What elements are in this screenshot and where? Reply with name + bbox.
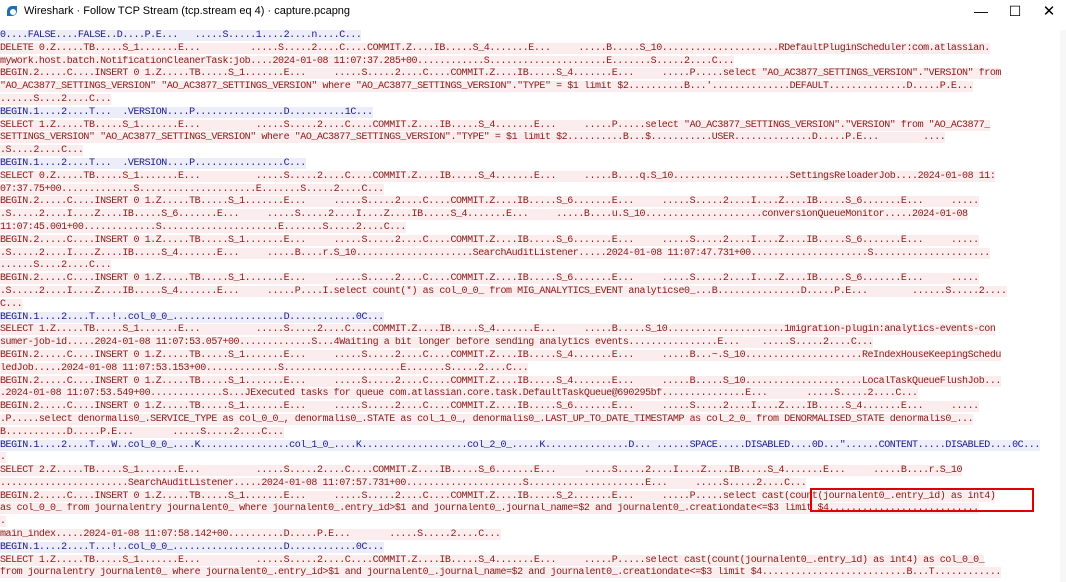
stream-line-text: DELETE 0.Z.....TB.....S_1.......E... ...… — [0, 42, 990, 54]
stream-line-text: BEGIN.1....2....T... .VERSION....P......… — [0, 106, 373, 118]
client-data-line: sumer-job-id.....2024-01-08 11:07:53.057… — [0, 337, 1060, 350]
stream-line-text: SETTINGS_VERSION" "AO_AC3877_SETTINGS_VE… — [0, 132, 946, 144]
client-data-line: 07:37.75+00.............S...............… — [0, 183, 1060, 197]
client-data-line: 11:07:45.001+00.............S...........… — [0, 221, 1060, 235]
vertical-scrollbar[interactable] — [1060, 30, 1066, 582]
title-bar[interactable]: Wireshark · Follow TCP Stream (tcp.strea… — [0, 0, 1066, 22]
client-data-line: BEGIN.2.....C....INSERT 0 1.Z.....TB....… — [0, 401, 1060, 414]
stream-line-text: BEGIN.2.....C....INSERT 0 1.Z.....TB....… — [0, 375, 1001, 387]
client-data-line: mywork.host.batch.NotificationCleanerTas… — [0, 55, 1060, 69]
stream-line-text: SELECT 1.Z.....TB.....S_1.......E... ...… — [0, 119, 990, 131]
stream-line-text: C... — [0, 298, 23, 310]
stream-line-text: 11:07:45.001+00.............S...........… — [0, 221, 406, 233]
client-data-line: .S.....2....I....Z....IB.....S_6.......E… — [0, 209, 1060, 222]
stream-line-text: . — [0, 452, 6, 464]
client-data-line: DELETE 0.Z.....TB.....S_1.......E... ...… — [0, 42, 1060, 56]
client-data-line: BEGIN.2.....C....INSERT 0 1.Z.....TB....… — [0, 273, 1060, 286]
stream-line-text: BEGIN.2.....C....INSERT 0 1.Z.....TB....… — [0, 349, 1001, 361]
stream-line-text: BEGIN.2.....C....INSERT 0 1.Z.....TB....… — [0, 68, 1001, 80]
stream-line-text: B...........D.....P.E... .....S.....2...… — [0, 426, 284, 438]
stream-line-text: main_index.....2024-01-08 11:07:58.142+0… — [0, 529, 501, 541]
stream-line-text: BEGIN.1....2....T... .VERSION....P......… — [0, 157, 306, 169]
client-data-line: BEGIN.2.....C....INSERT 0 1.Z.....TB....… — [0, 349, 1060, 363]
window-controls: — ☐ ✕ — [964, 0, 1066, 22]
server-data-line: 0....FALSE....FALSE..D....P.E... .....S.… — [0, 30, 1060, 43]
stream-line-text: .S.....2....I....Z....IB.....S_4.......E… — [0, 247, 990, 259]
client-data-line: ......S....2....C... — [0, 93, 1060, 107]
server-data-line: BEGIN.1....2....T...!..col_0_0_.........… — [0, 541, 1060, 555]
client-data-line: .P.....select denormalis0_.SERVICE_TYPE … — [0, 413, 1060, 427]
client-data-line: "AO_AC3877_SETTINGS_VERSION" "AO_AC3877_… — [0, 81, 1060, 94]
stream-line-text: ......S....2....C... — [0, 260, 112, 272]
client-data-line: .2024-01-08 11:07:53.549+00.............… — [0, 388, 1060, 401]
stream-line-text: 07:37.75+00.............S...............… — [0, 183, 384, 195]
client-data-line: SETTINGS_VERSION" "AO_AC3877_SETTINGS_VE… — [0, 132, 1060, 145]
client-data-line: SELECT 1.Z.....TB.....S_1.......E... ...… — [0, 554, 1060, 568]
client-data-line: C... — [0, 298, 1060, 312]
wireshark-fin-icon — [6, 5, 18, 17]
stream-line-text: SELECT 1.Z.....TB.....S_1.......E... ...… — [0, 324, 996, 336]
maximize-button[interactable]: ☐ — [998, 0, 1032, 22]
client-data-line: ......S....2....C... — [0, 260, 1060, 273]
stream-line-text: . — [0, 516, 6, 528]
stream-line-text: BEGIN.2.....C....INSERT 0 1.Z.....TB....… — [0, 273, 979, 285]
stream-line-text: .S.....2....I....Z....IB.....S_4.......E… — [0, 285, 1007, 297]
client-data-line: . — [0, 516, 1060, 529]
server-data-line: BEGIN.1....2....T... .VERSION....P......… — [0, 106, 1060, 120]
stream-line-text: SELECT 0.Z.....TB.....S_1.......E... ...… — [0, 170, 996, 182]
stream-line-text: ledJob.....2024-01-08 11:07:53.153+00...… — [0, 362, 529, 374]
stream-line-text: BEGIN.2.....C....INSERT 0 1.Z.....TB....… — [0, 234, 979, 246]
client-data-line: . — [0, 452, 1060, 465]
stream-line-text: .......................SearchAuditListen… — [0, 477, 807, 489]
stream-line-text: BEGIN.1....2....T...!..col_0_0_.........… — [0, 311, 384, 323]
server-data-line: BEGIN.1....2....T...!..col_0_0_.........… — [0, 311, 1060, 325]
stream-line-text: SELECT 2.Z.....TB.....S_1.......E... ...… — [0, 465, 963, 477]
client-data-line: BEGIN.2.....C....INSERT 0 1.Z.....TB....… — [0, 234, 1060, 248]
stream-line-text: BEGIN.2.....C....INSERT 0 1.Z.....TB....… — [0, 401, 979, 413]
client-data-line: main_index.....2024-01-08 11:07:58.142+0… — [0, 529, 1060, 542]
highlight-box — [810, 488, 1034, 512]
client-data-line: .S.....2....I....Z....IB.....S_4.......E… — [0, 285, 1060, 299]
window-title: Wireshark · Follow TCP Stream (tcp.strea… — [24, 5, 351, 17]
stream-line-text: SELECT 1.Z.....TB.....S_1.......E... ...… — [0, 554, 985, 566]
stream-line-text: .2024-01-08 11:07:53.549+00.............… — [0, 388, 918, 400]
client-data-line: from journalentry journalent0_ where jou… — [0, 567, 1060, 580]
stream-line-text: .P.....select denormalis0_.SERVICE_TYPE … — [0, 413, 974, 425]
stream-line-text: BEGIN.2.....C....INSERT 0 1.Z.....TB....… — [0, 196, 979, 208]
client-data-line: SELECT 0.Z.....TB.....S_1.......E... ...… — [0, 170, 1060, 184]
stream-line-text: from journalentry journalent0_ where jou… — [0, 567, 1001, 579]
server-data-line: BEGIN.1....2....T... .VERSION....P......… — [0, 157, 1060, 171]
stream-line-text: ......S....2....C... — [0, 93, 112, 105]
client-data-line: SELECT 1.Z.....TB.....S_1.......E... ...… — [0, 324, 1060, 337]
client-data-line: .S.....2....I....Z....IB.....S_4.......E… — [0, 247, 1060, 261]
close-button[interactable]: ✕ — [1032, 0, 1066, 22]
client-data-line: BEGIN.2.....C....INSERT 0 1.Z.....TB....… — [0, 196, 1060, 209]
stream-line-text: BEGIN.1....2....T...!..col_0_0_.........… — [0, 541, 384, 553]
stream-line-text: 0....FALSE....FALSE..D....P.E... .....S.… — [0, 30, 362, 41]
stream-line-text: "AO_AC3877_SETTINGS_VERSION" "AO_AC3877_… — [0, 81, 974, 93]
client-data-line: BEGIN.2.....C....INSERT 0 1.Z.....TB....… — [0, 68, 1060, 81]
stream-line-text: BEGIN.1....2....T...W..col_0_0_....K....… — [0, 439, 1040, 451]
stream-line-text: mywork.host.batch.NotificationCleanerTas… — [0, 55, 735, 67]
client-data-line: B...........D.....P.E... .....S.....2...… — [0, 426, 1060, 440]
client-data-line: SELECT 1.Z.....TB.....S_1.......E... ...… — [0, 119, 1060, 133]
client-data-line: ledJob.....2024-01-08 11:07:53.153+00...… — [0, 362, 1060, 376]
client-data-line: SELECT 2.Z.....TB.....S_1.......E... ...… — [0, 465, 1060, 478]
client-data-line: .S....2....C... — [0, 145, 1060, 158]
stream-line-text: .S....2....C... — [0, 145, 84, 157]
stream-line-text: .S.....2....I....Z....IB.....S_6.......E… — [0, 209, 968, 221]
stream-line-text: sumer-job-id.....2024-01-08 11:07:53.057… — [0, 337, 874, 349]
server-data-line: BEGIN.1....2....T...W..col_0_0_....K....… — [0, 439, 1060, 453]
minimize-button[interactable]: — — [964, 0, 998, 22]
client-data-line: BEGIN.2.....C....INSERT 0 1.Z.....TB....… — [0, 375, 1060, 389]
